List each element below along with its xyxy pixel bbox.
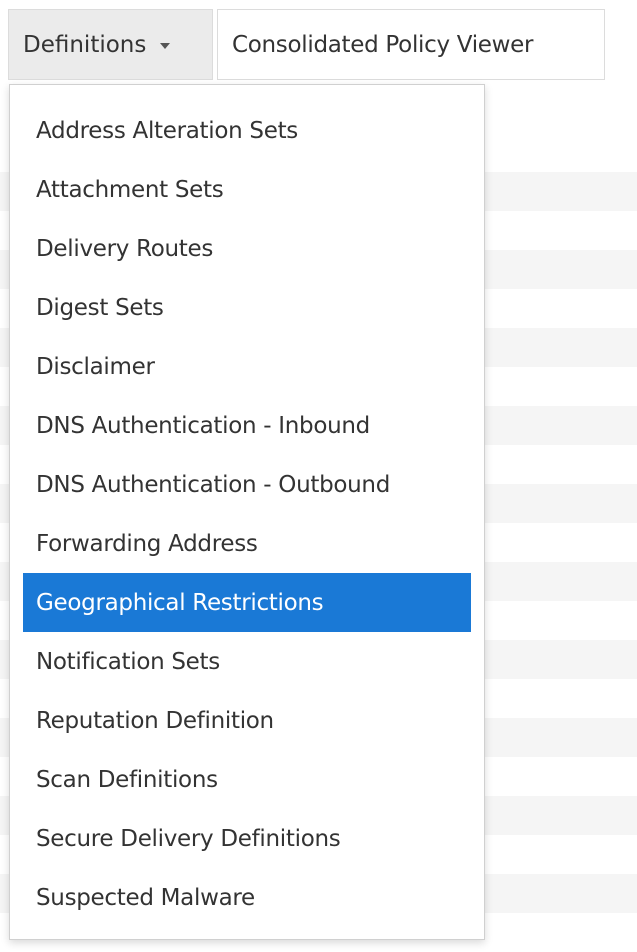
menu-item-suspected-malware[interactable]: Suspected Malware [23,868,471,927]
consolidated-policy-viewer-button[interactable]: Consolidated Policy Viewer [217,9,605,80]
toolbar: Definitions Consolidated Policy Viewer [8,9,605,80]
menu-item-reputation-definition[interactable]: Reputation Definition [23,691,471,750]
definitions-dropdown-button[interactable]: Definitions [8,9,213,80]
menu-item-notification-sets[interactable]: Notification Sets [23,632,471,691]
menu-item-address-alteration-sets[interactable]: Address Alteration Sets [23,101,471,160]
menu-item-disclaimer[interactable]: Disclaimer [23,337,471,396]
menu-item-dns-authentication-inbound[interactable]: DNS Authentication - Inbound [23,396,471,455]
menu-item-geographical-restrictions[interactable]: Geographical Restrictions [23,573,471,632]
menu-item-digest-sets[interactable]: Digest Sets [23,278,471,337]
menu-item-forwarding-address[interactable]: Forwarding Address [23,514,471,573]
menu-item-delivery-routes[interactable]: Delivery Routes [23,219,471,278]
menu-item-dns-authentication-outbound[interactable]: DNS Authentication - Outbound [23,455,471,514]
caret-down-icon [160,42,171,49]
definitions-dropdown-menu: Address Alteration Sets Attachment Sets … [9,84,485,940]
definitions-label: Definitions [23,31,147,58]
menu-item-secure-delivery-definitions[interactable]: Secure Delivery Definitions [23,809,471,868]
consolidated-policy-viewer-label: Consolidated Policy Viewer [232,31,534,58]
menu-item-attachment-sets[interactable]: Attachment Sets [23,160,471,219]
menu-item-scan-definitions[interactable]: Scan Definitions [23,750,471,809]
